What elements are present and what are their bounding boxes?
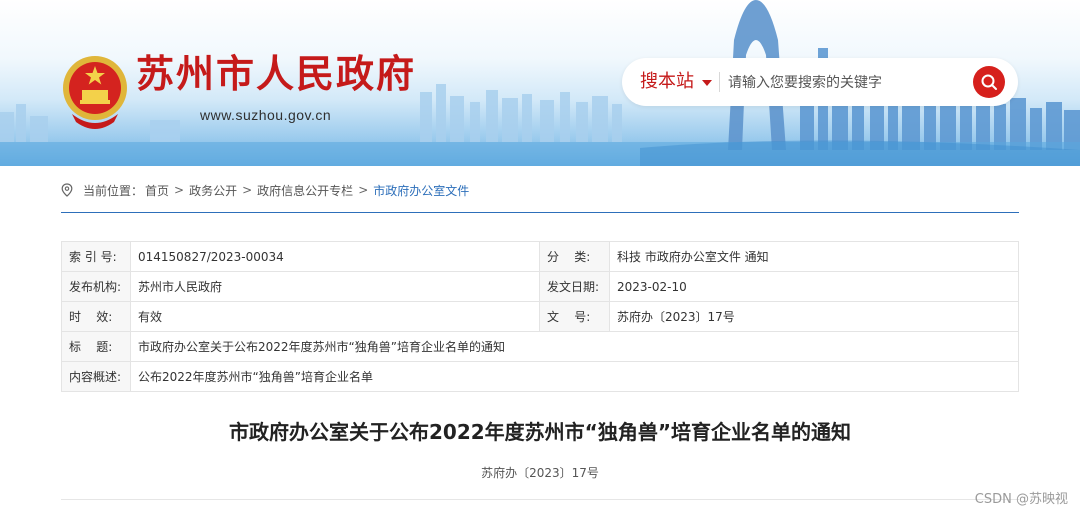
table-row: 发布机构: 苏州市人民政府 发文日期: 2023-02-10 — [61, 271, 1019, 302]
article-doc-number: 苏府办〔2023〕17号 — [481, 466, 599, 480]
table-row: 内容概述: 公布2022年度苏州市“独角兽”培育企业名单 — [61, 361, 1019, 392]
table-row: 时 效: 有效 文 号: 苏府办〔2023〕17号 — [61, 301, 1019, 332]
validity-value: 有效 — [130, 301, 540, 332]
breadcrumb-gov-affairs[interactable]: 政务公开 — [189, 182, 237, 199]
summary-value: 公布2022年度苏州市“独角兽”培育企业名单 — [130, 361, 1019, 392]
table-row: 索 引 号: 014150827/2023-00034 分 类: 科技 市政府办… — [61, 241, 1019, 272]
search-input[interactable] — [726, 68, 970, 98]
site-url: www.suzhou.gov.cn — [200, 107, 332, 123]
breadcrumb: 当前位置： 首页 > 政务公开 > 政府信息公开专栏 > 市政府办公室文件 — [61, 180, 469, 200]
date-label: 发文日期: — [539, 271, 610, 302]
index-value: 014150827/2023-00034 — [130, 241, 540, 272]
breadcrumb-home[interactable]: 首页 — [145, 182, 169, 199]
chevron-down-icon[interactable] — [702, 80, 712, 86]
title-value: 市政府办公室关于公布2022年度苏州市“独角兽”培育企业名单的通知 — [130, 331, 1019, 362]
summary-label: 内容概述: — [61, 361, 131, 392]
location-pin-icon — [61, 183, 73, 197]
document-info-table: 索 引 号: 014150827/2023-00034 分 类: 科技 市政府办… — [61, 241, 1019, 392]
publisher-label: 发布机构: — [61, 271, 131, 302]
doc-number-value: 苏府办〔2023〕17号 — [609, 301, 1019, 332]
breadcrumb-info-column[interactable]: 政府信息公开专栏 — [257, 182, 353, 199]
header-banner: 苏州市人民政府 www.suzhou.gov.cn 搜本站 — [0, 0, 1080, 166]
search-scope-dropdown[interactable]: 搜本站 — [640, 71, 694, 93]
breadcrumb-divider — [61, 212, 1019, 213]
article-title: 市政府办公室关于公布2022年度苏州市“独角兽”培育企业名单的通知 — [229, 420, 851, 444]
breadcrumb-current[interactable]: 市政府办公室文件 — [373, 182, 469, 199]
category-label: 分 类: — [539, 241, 610, 272]
breadcrumb-separator: > — [242, 183, 253, 197]
csdn-watermark: CSDN @苏映视 — [974, 492, 1068, 507]
doc-number-label: 文 号: — [539, 301, 610, 332]
search-icon — [981, 74, 997, 90]
title-label: 标 题: — [61, 331, 131, 362]
date-value: 2023-02-10 — [609, 271, 1019, 302]
breadcrumb-prefix: 当前位置： — [83, 183, 144, 198]
article-divider — [61, 499, 1019, 500]
search-button[interactable] — [973, 66, 1005, 98]
category-value: 科技 市政府办公室文件 通知 — [609, 241, 1019, 272]
breadcrumb-separator: > — [174, 183, 185, 197]
table-row: 标 题: 市政府办公室关于公布2022年度苏州市“独角兽”培育企业名单的通知 — [61, 331, 1019, 362]
national-emblem-icon — [63, 56, 127, 129]
validity-label: 时 效: — [61, 301, 131, 332]
site-title[interactable]: 苏州市人民政府 — [136, 55, 416, 93]
index-label: 索 引 号: — [61, 241, 131, 272]
search-box: 搜本站 — [622, 58, 1018, 106]
breadcrumb-separator: > — [358, 183, 369, 197]
publisher-value: 苏州市人民政府 — [130, 271, 540, 302]
search-divider — [719, 72, 720, 92]
